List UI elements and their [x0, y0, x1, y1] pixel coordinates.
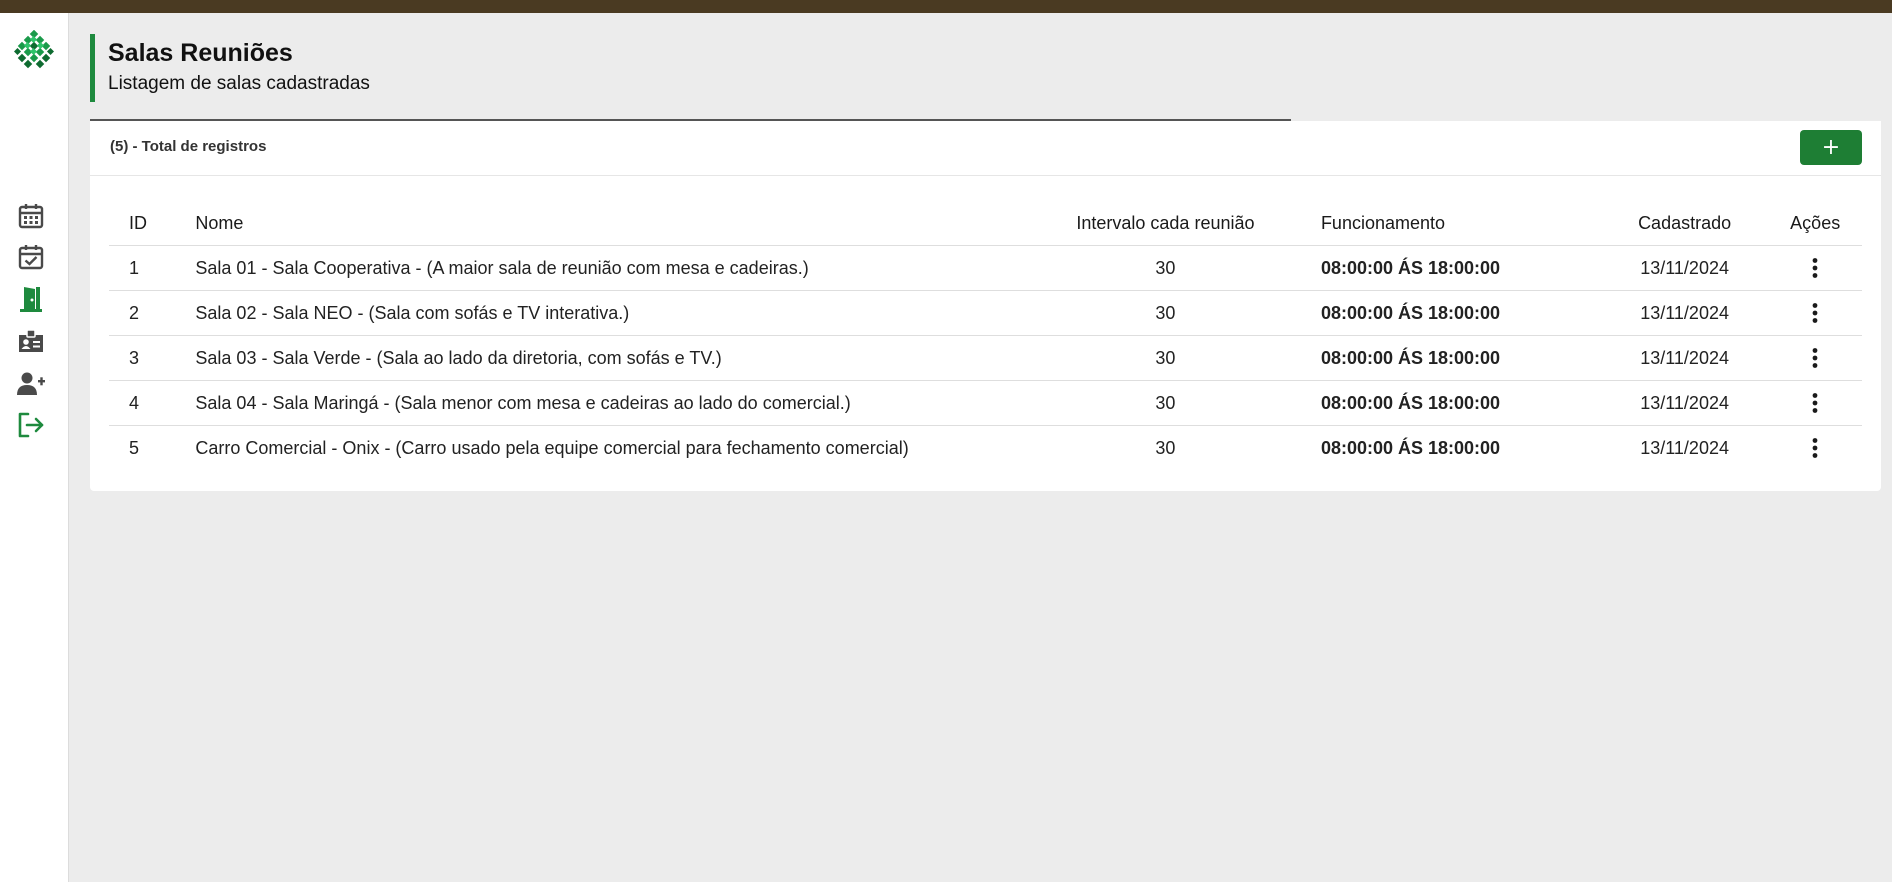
id-badge-icon[interactable]: [16, 326, 46, 356]
cell-funcionamento: 08:00:00 ÁS 18:00:00: [1260, 245, 1601, 291]
cell-intervalo: 30: [1069, 335, 1261, 381]
page-subtitle: Listagem de salas cadastradas: [108, 73, 370, 94]
more-actions-icon[interactable]: [1803, 256, 1827, 280]
logout-icon[interactable]: [16, 410, 46, 440]
cell-acoes: [1768, 290, 1862, 336]
column-header-nome[interactable]: Nome: [195, 201, 1070, 246]
add-room-button[interactable]: +: [1800, 130, 1862, 165]
cell-id: 3: [109, 335, 196, 381]
calendar-icon[interactable]: [16, 201, 46, 231]
cell-id: 5: [129, 437, 140, 458]
table-header-row: ID Nome Intervalo cada reunião Funcionam…: [109, 201, 1862, 246]
column-header-intervalo[interactable]: Intervalo cada reunião: [1069, 201, 1261, 246]
user-plus-icon[interactable]: [16, 368, 46, 398]
rooms-table: ID Nome Intervalo cada reunião Funcionam…: [109, 201, 1862, 470]
page-title: Salas Reuniões: [108, 39, 293, 67]
table-row[interactable]: 2 Sala 02 - Sala NEO - (Sala com sofás e…: [109, 290, 1862, 336]
cell-funcionamento: 08:00:00 ÁS 18:00:00: [1260, 380, 1601, 426]
cell-funcionamento: 08:00:00 ÁS 18:00:00: [1260, 290, 1601, 336]
page-header: Salas Reuniões Listagem de salas cadastr…: [90, 34, 370, 102]
cell-id: 4: [109, 380, 196, 426]
card-header: (5) - Total de registros +: [90, 121, 1881, 176]
door-icon[interactable]: [16, 284, 46, 314]
table-row[interactable]: 5 Carro Comercial - Onix - (Carro usado …: [109, 426, 1862, 471]
column-header-cadastrado[interactable]: Cadastrado: [1600, 201, 1769, 246]
cell-nome: Sala 01 - Sala Cooperativa - (A maior sa…: [195, 245, 1070, 291]
more-actions-icon[interactable]: [1803, 301, 1827, 325]
cell-cadastrado: 13/11/2024: [1600, 290, 1769, 336]
table-row[interactable]: 4 Sala 04 - Sala Maringá - (Sala menor c…: [109, 380, 1862, 426]
cell-intervalo: 30: [1069, 245, 1261, 291]
cell-funcionamento: 08:00:00 ÁS 18:00:00: [1320, 437, 1501, 458]
column-header-acoes: Ações: [1768, 201, 1862, 246]
cell-intervalo: 30: [1069, 290, 1261, 336]
cell-nome: Carro Comercial - Onix - (Carro usado pe…: [195, 437, 909, 458]
cell-cadastrado: 13/11/2024: [1600, 335, 1769, 381]
table-row[interactable]: 3 Sala 03 - Sala Verde - (Sala ao lado d…: [109, 335, 1862, 381]
column-header-id[interactable]: ID: [109, 201, 196, 246]
sidebar: [0, 13, 69, 882]
cell-nome: Sala 03 - Sala Verde - (Sala ao lado da …: [195, 335, 1070, 381]
cell-acoes: [1768, 426, 1862, 471]
cell-intervalo: 30: [1155, 437, 1176, 458]
logo-icon[interactable]: [13, 29, 55, 70]
cell-cadastrado: 13/11/2024: [1600, 380, 1769, 426]
top-bar: [0, 0, 1892, 13]
cell-intervalo: 30: [1069, 380, 1261, 426]
rooms-card: (5) - Total de registros + ID Nome Inter…: [90, 121, 1881, 491]
cell-nome: Sala 02 - Sala NEO - (Sala com sofás e T…: [195, 290, 1070, 336]
cell-acoes: [1768, 380, 1862, 426]
more-actions-icon[interactable]: [1803, 346, 1827, 370]
table-row[interactable]: 1 Sala 01 - Sala Cooperativa - (A maior …: [109, 245, 1862, 291]
more-actions-icon[interactable]: [1803, 436, 1827, 460]
cell-id: 2: [109, 290, 196, 336]
cell-nome: Sala 04 - Sala Maringá - (Sala menor com…: [195, 380, 1070, 426]
more-actions-icon[interactable]: [1803, 391, 1827, 415]
cell-acoes: [1768, 335, 1862, 381]
cell-cadastrado: 13/11/2024: [1640, 437, 1729, 458]
column-header-funcionamento[interactable]: Funcionamento: [1260, 201, 1601, 246]
calendar-check-icon[interactable]: [16, 242, 46, 272]
cell-funcionamento: 08:00:00 ÁS 18:00:00: [1260, 335, 1601, 381]
cell-acoes: [1768, 245, 1862, 291]
cell-cadastrado: 13/11/2024: [1600, 245, 1769, 291]
cell-id: 1: [109, 245, 196, 291]
total-records-label: (5) - Total de registros: [110, 138, 267, 155]
